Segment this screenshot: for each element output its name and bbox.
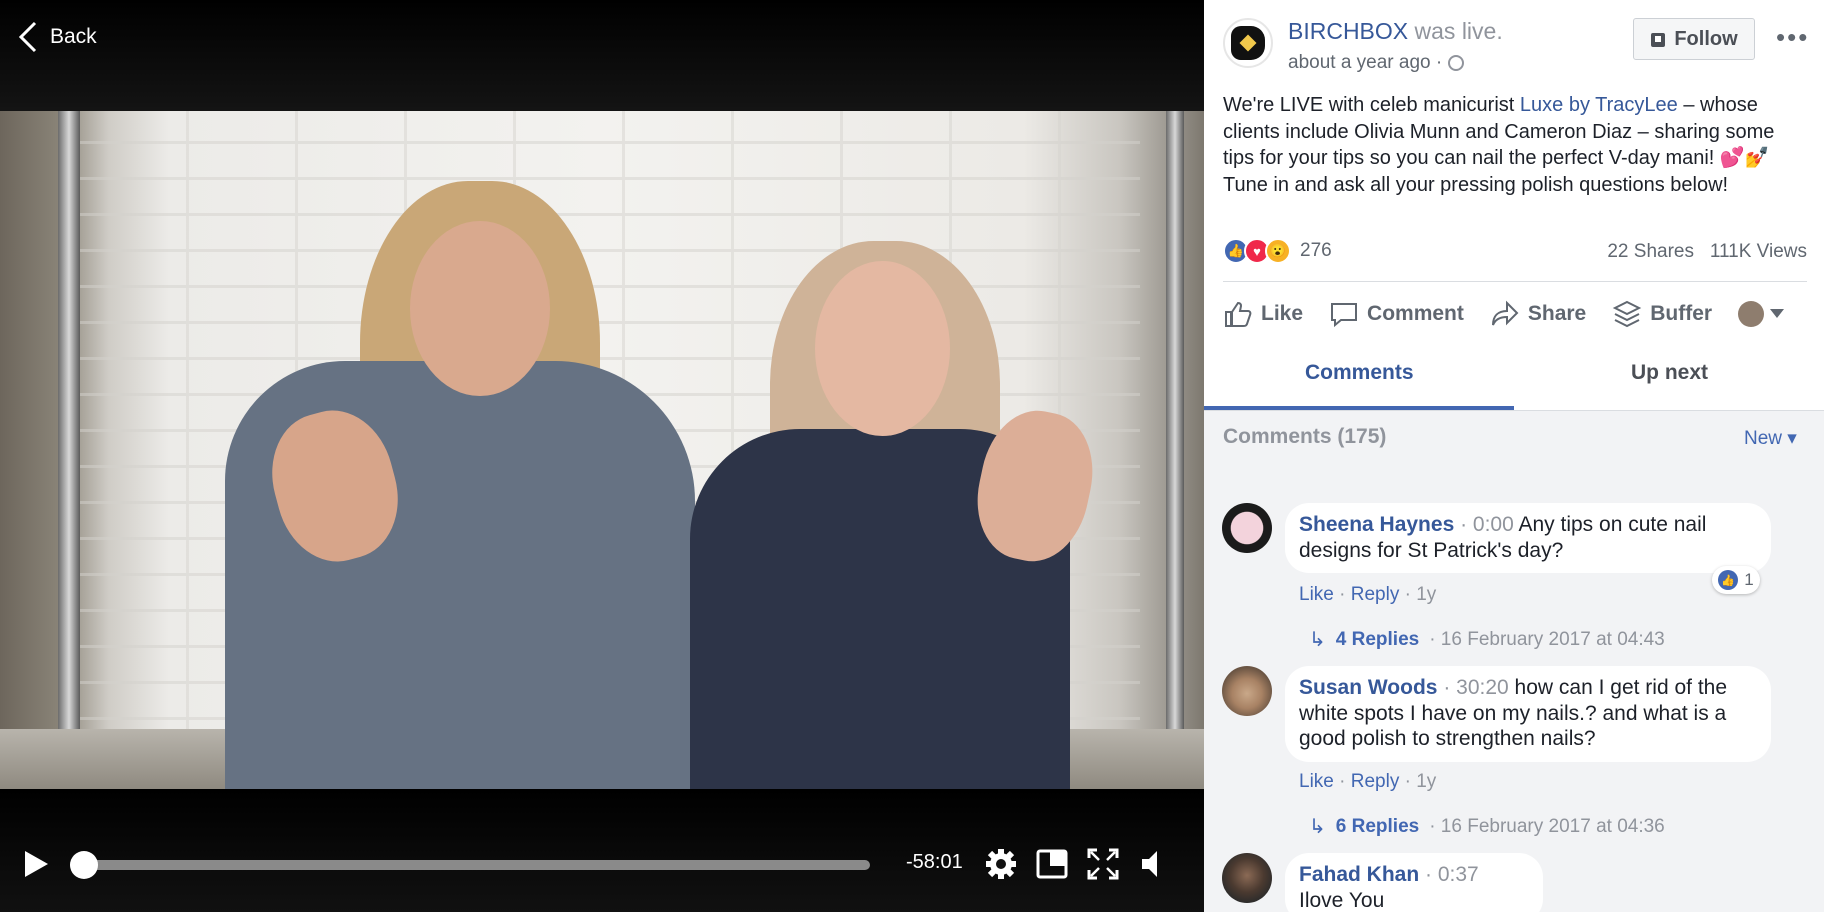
comment-video-timestamp[interactable]: · 0:00 — [1460, 513, 1514, 536]
reactions-summary[interactable]: 👍 ♥ 😮 276 — [1223, 238, 1332, 264]
user-avatar — [1738, 301, 1765, 327]
comment-like-count[interactable]: 👍 1 — [1712, 566, 1760, 594]
reply-arrow-icon: ↳ — [1309, 816, 1326, 838]
audience-selector[interactable] — [1738, 301, 1785, 327]
view-replies-link[interactable]: 6 Replies — [1336, 816, 1419, 838]
comment-bubble: Sheena Haynes · 0:00 Any tips on cute na… — [1285, 503, 1771, 573]
post-time: about a year ago · — [1288, 52, 1465, 74]
comment-meta: Like · Reply · 1y — [1299, 584, 1437, 605]
comment-label: Comment — [1367, 302, 1464, 325]
facebook-live-video-viewer: Back -58:01 BIRCHBOX was live. about a y… — [0, 0, 1824, 912]
buffer-label: Buffer — [1650, 302, 1713, 325]
comment-like-link[interactable]: Like — [1299, 771, 1334, 792]
post-text-part1: We're LIVE with celeb manicurist — [1223, 94, 1520, 116]
video-controls: -58:01 — [0, 789, 1204, 912]
fullscreen-icon[interactable] — [1086, 847, 1120, 881]
back-label: Back — [50, 25, 97, 48]
post-side-panel: BIRCHBOX was live. about a year ago · Fo… — [1204, 0, 1824, 912]
share-button[interactable]: Share — [1490, 299, 1586, 329]
panel-tabs: Comments Up next — [1204, 349, 1824, 411]
replies-date: · 16 February 2017 at 04:43 — [1429, 628, 1665, 650]
light-stand-right — [1166, 111, 1184, 789]
video-frame[interactable] — [0, 111, 1204, 789]
comment-replies: ↳ 6 Replies · 16 February 2017 at 04:36 — [1309, 814, 1665, 839]
like-label: Like — [1261, 302, 1304, 325]
reply-arrow-icon: ↳ — [1309, 629, 1326, 651]
tab-comments[interactable]: Comments — [1305, 361, 1414, 385]
views-count: 111K Views — [1709, 241, 1807, 262]
light-stand-left — [58, 111, 80, 789]
video-top-bar: Back — [0, 0, 1204, 111]
person-right-face — [815, 261, 950, 436]
divider — [1223, 281, 1807, 282]
tab-up-next[interactable]: Up next — [1631, 361, 1708, 385]
comment-reply-link[interactable]: Reply — [1351, 771, 1400, 792]
commenter-avatar[interactable] — [1222, 853, 1272, 903]
picture-in-picture-icon[interactable] — [1035, 847, 1069, 881]
person-left-face — [410, 221, 550, 396]
comment-icon — [1331, 303, 1358, 328]
sort-dropdown[interactable]: New ▾ — [1744, 427, 1797, 450]
seek-bar[interactable] — [70, 860, 870, 870]
share-arrow-icon — [1491, 300, 1519, 326]
commenter-avatar[interactable] — [1222, 666, 1272, 716]
live-status: was live. — [1414, 18, 1503, 44]
buffer-stack-icon — [1613, 300, 1642, 328]
video-player[interactable]: Back -58:01 — [0, 0, 1204, 912]
thumbs-up-icon: 👍 — [1718, 570, 1739, 590]
comment-bubble: Susan Woods · 30:20 how can I get rid of… — [1285, 666, 1771, 762]
post-actions: Like Comment Share Buffer — [1223, 294, 1823, 334]
caret-down-icon — [1770, 309, 1785, 318]
chevron-left-icon — [18, 21, 37, 53]
replies-date: · 16 February 2017 at 04:36 — [1429, 815, 1665, 837]
post-header: BIRCHBOX was live. — [1288, 18, 1503, 45]
like-count: 1 — [1744, 570, 1754, 589]
view-replies-link[interactable]: 4 Replies — [1336, 629, 1419, 651]
page-name-link[interactable]: BIRCHBOX — [1288, 18, 1408, 44]
mentioned-page-link[interactable]: Luxe by TracyLee — [1520, 94, 1678, 116]
follow-button[interactable]: Follow — [1633, 18, 1755, 60]
like-button[interactable]: Like — [1223, 299, 1303, 329]
comment-video-timestamp[interactable]: · 0:37 — [1425, 863, 1479, 886]
seek-handle[interactable] — [70, 851, 98, 879]
follow-label: Follow — [1674, 27, 1738, 50]
commenter-name[interactable]: Fahad Khan — [1299, 863, 1419, 886]
globe-icon — [1448, 55, 1465, 71]
active-tab-indicator — [1204, 406, 1514, 410]
wow-reaction-icon: 😮 — [1265, 238, 1291, 264]
commenter-avatar[interactable] — [1222, 503, 1272, 553]
post-stats: 22 Shares 111K Views — [1607, 241, 1807, 263]
shares-count[interactable]: 22 Shares — [1607, 241, 1694, 262]
follow-icon — [1651, 33, 1666, 47]
share-label: Share — [1527, 302, 1587, 325]
comments-count: Comments (175) — [1223, 425, 1387, 448]
more-options-icon[interactable]: ••• — [1776, 22, 1809, 53]
comment-replies: ↳ 4 Replies · 16 February 2017 at 04:43 — [1309, 627, 1665, 652]
time-remaining: -58:01 — [906, 851, 963, 873]
comment-text: Ilove You — [1299, 888, 1385, 912]
comments-section: Comments (175) New ▾ Sheena Haynes · 0:0… — [1204, 411, 1824, 912]
post-timestamp[interactable]: about a year ago · — [1288, 52, 1442, 74]
post-text: We're LIVE with celeb manicurist Luxe by… — [1223, 92, 1809, 198]
birchbox-logo-icon — [1231, 26, 1265, 60]
reaction-count: 276 — [1300, 240, 1332, 261]
comment-age[interactable]: 1y — [1416, 584, 1436, 605]
commenter-name[interactable]: Sheena Haynes — [1299, 513, 1454, 536]
comment-like-link[interactable]: Like — [1299, 584, 1334, 605]
page-avatar[interactable] — [1223, 18, 1273, 68]
play-icon[interactable] — [22, 849, 50, 879]
commenter-name[interactable]: Susan Woods — [1299, 676, 1437, 699]
comment-button[interactable]: Comment — [1329, 299, 1464, 329]
comment-meta: Like · Reply · 1y — [1299, 771, 1437, 792]
settings-gear-icon[interactable] — [984, 847, 1018, 881]
comment-video-timestamp[interactable]: · 30:20 — [1443, 676, 1508, 699]
buffer-button[interactable]: Buffer — [1612, 299, 1712, 329]
thumbs-up-icon — [1225, 301, 1252, 327]
comment-bubble: Fahad Khan · 0:37 Ilove You — [1285, 853, 1543, 912]
comment-age[interactable]: 1y — [1416, 771, 1436, 792]
back-button[interactable]: Back — [18, 20, 97, 54]
comment-reply-link[interactable]: Reply — [1351, 584, 1400, 605]
volume-icon[interactable] — [1137, 847, 1171, 881]
